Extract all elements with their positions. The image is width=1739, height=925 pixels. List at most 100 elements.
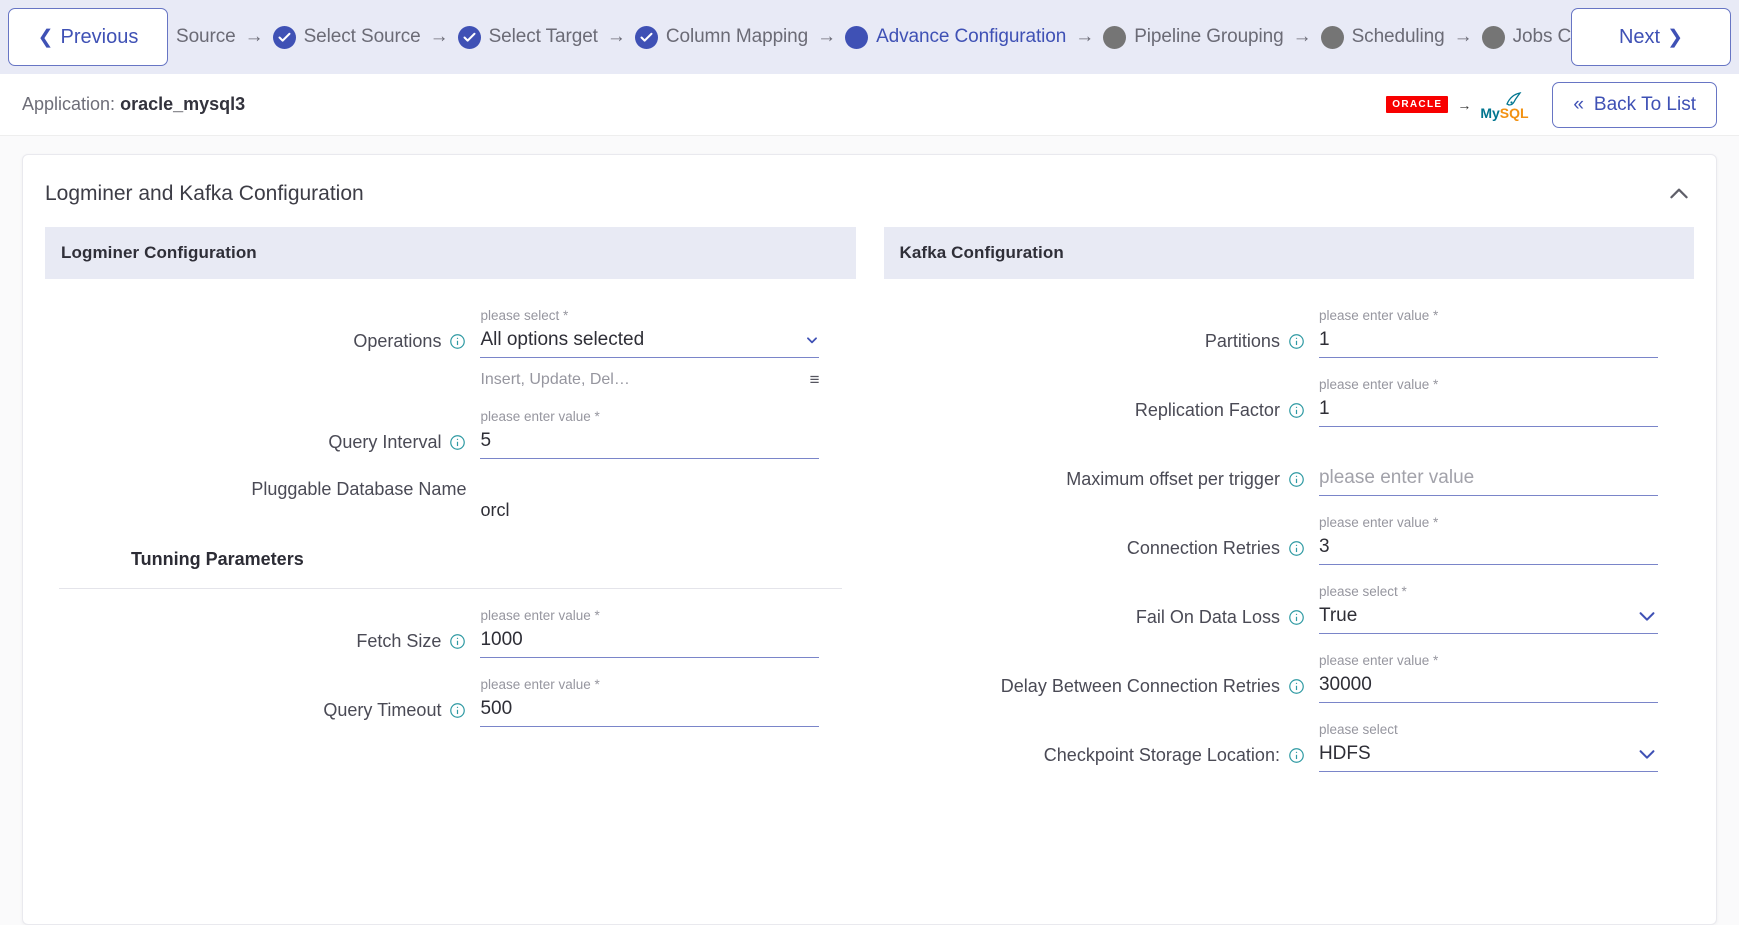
input-fetch-size[interactable]: 1000 <box>480 629 820 658</box>
kafka-column: Kafka Configuration Partitions please ent… <box>883 227 1695 772</box>
chevron-down-icon[interactable] <box>1636 743 1658 765</box>
field-row-operations: Operations please select * All options sel… <box>45 308 856 390</box>
field-label-wrap: Maximum offset per trigger <box>884 446 1305 491</box>
logo-arrow-icon: → <box>1457 96 1472 113</box>
step-arrow-icon: → <box>1453 26 1473 47</box>
info-icon[interactable] <box>1288 471 1305 488</box>
input-checkpoint-storage-location[interactable]: HDFS <box>1318 743 1658 772</box>
input-connection-retries[interactable]: 3 <box>1318 536 1658 565</box>
wizard-step-scheduling[interactable]: Scheduling <box>1320 25 1445 49</box>
info-icon[interactable] <box>1288 609 1305 626</box>
card-title: Logminer and Kafka Configuration <box>45 182 364 205</box>
field-label-wrap: Pluggable Database Name <box>45 478 466 501</box>
info-icon[interactable] <box>1288 333 1305 350</box>
step-arrow-icon: → <box>606 26 626 47</box>
section-divider <box>59 588 842 589</box>
step-dot-icon <box>1103 25 1127 49</box>
step-dot-icon <box>845 25 869 49</box>
field-row-maximum-offset-per-trigger: Maximum offset per trigger please enter v… <box>884 446 1695 496</box>
input-value: 1000 <box>480 629 523 650</box>
previous-button[interactable]: ❮ Previous <box>8 8 168 66</box>
field-float-label: please select * <box>480 308 569 323</box>
input-maximum-offset-per-trigger[interactable]: please enter value <box>1318 467 1658 496</box>
info-icon[interactable] <box>1288 678 1305 695</box>
wizard-step-column-mapping[interactable]: Column Mapping <box>634 25 808 49</box>
info-icon[interactable] <box>1288 747 1305 764</box>
source-target-logos: ORACLE → MySQL <box>1386 90 1530 120</box>
selected-options-text: Insert, Update, Del… <box>480 371 630 388</box>
configuration-card: Logminer and Kafka Configuration Logmine… <box>22 154 1717 925</box>
input-operations[interactable]: All options selected <box>480 329 820 358</box>
info-icon[interactable] <box>449 434 466 451</box>
field-float-label: please enter value * <box>1318 377 1439 392</box>
list-icon[interactable]: ≡ <box>810 370 820 390</box>
input-fail-on-data-loss[interactable]: True <box>1318 605 1658 634</box>
field-row-checkpoint-storage-location: Checkpoint Storage Location: please selec… <box>884 722 1695 772</box>
step-arrow-icon: → <box>429 26 449 47</box>
field-label-fail-on-data-loss: Fail On Data Loss <box>1135 607 1280 627</box>
field-control-wrap: please enter value * 1000 <box>466 608 855 658</box>
mysql-logo-icon: MySQL <box>1480 90 1530 120</box>
field-label-wrap: Query Timeout <box>45 677 466 722</box>
mysql-my-text: My <box>1480 104 1500 121</box>
wizard-stepper-bar: ❮ Previous Source → Select Source → Select T… <box>0 0 1739 74</box>
field-control-wrap: please select * All options selected Inser… <box>466 308 855 390</box>
input-value: 500 <box>480 698 513 719</box>
oracle-logo-icon: ORACLE <box>1386 96 1449 113</box>
info-icon[interactable] <box>1288 402 1305 419</box>
field-label-partitions: Partitions <box>1204 331 1280 351</box>
page-body: Logminer and Kafka Configuration Logmine… <box>0 136 1739 925</box>
previous-button-label: Previous <box>60 25 139 48</box>
wizard-step-pipeline-grouping[interactable]: Pipeline Grouping <box>1103 25 1284 49</box>
field-label-query-timeout: Query Timeout <box>323 700 442 720</box>
field-control-wrap: please select * True <box>1305 584 1694 634</box>
kafka-section-header: Kafka Configuration <box>883 227 1694 279</box>
wizard-step-select-source[interactable]: Select Source <box>272 25 421 49</box>
field-label-fetch-size: Fetch Size <box>356 631 442 651</box>
back-to-list-label: Back To List <box>1593 93 1696 115</box>
field-control-wrap: orcl <box>466 478 855 521</box>
field-label-wrap: Operations <box>45 308 466 353</box>
configuration-columns: Logminer Configuration Operations please … <box>23 227 1716 772</box>
info-icon[interactable] <box>1288 540 1305 557</box>
wizard-step-source[interactable]: Source <box>176 26 236 48</box>
wizard-step-select-target[interactable]: Select Target <box>457 25 598 49</box>
input-partitions[interactable]: 1 <box>1318 329 1658 358</box>
wizard-step-advance-configuration[interactable]: Advance Configuration <box>845 25 1066 49</box>
step-arrow-icon: → <box>1075 26 1095 47</box>
header-right-group: ORACLE → MySQL « Back To List <box>1386 81 1717 128</box>
info-icon[interactable] <box>449 633 466 650</box>
info-icon[interactable] <box>449 333 466 350</box>
input-query-timeout[interactable]: 500 <box>480 698 820 727</box>
chevron-down-icon[interactable] <box>805 333 819 347</box>
input-value: 3 <box>1318 536 1330 557</box>
step-check-icon <box>634 25 658 49</box>
chevron-up-icon[interactable] <box>1666 181 1692 207</box>
field-float-label: please enter value * <box>1318 515 1439 530</box>
field-row-fail-on-data-loss: Fail On Data Loss please select * True <box>884 584 1695 634</box>
step-check-icon <box>272 25 296 49</box>
input-delay-between-connection-retries[interactable]: 30000 <box>1318 674 1658 703</box>
step-check-icon <box>457 25 481 49</box>
card-header: Logminer and Kafka Configuration <box>23 155 1716 227</box>
field-row-delay-between-connection-retries: Delay Between Connection Retries please e… <box>884 653 1695 703</box>
back-to-list-button[interactable]: « Back To List <box>1552 81 1717 128</box>
chevron-left-icon: ❮ <box>37 26 54 48</box>
input-query-interval[interactable]: 5 <box>480 430 820 459</box>
step-dot-icon <box>1481 25 1505 49</box>
double-chevron-left-icon: « <box>1573 93 1584 115</box>
field-row-query-timeout: Query Timeout please enter value * 500 <box>45 677 856 727</box>
wizard-step-label: Pipeline Grouping <box>1134 26 1284 47</box>
field-control-wrap: please enter value <box>1305 446 1694 496</box>
input-value: please enter value <box>1318 467 1475 488</box>
chevron-down-icon[interactable] <box>1636 605 1658 627</box>
field-control-wrap: please enter value * 30000 <box>1305 653 1694 703</box>
info-icon[interactable] <box>449 702 466 719</box>
input-replication-factor[interactable]: 1 <box>1318 398 1658 427</box>
field-label-wrap: Fail On Data Loss <box>884 584 1305 629</box>
field-label-operations: Operations <box>353 331 442 351</box>
step-arrow-icon: → <box>244 26 264 47</box>
field-label-wrap: Replication Factor <box>884 377 1305 422</box>
next-button[interactable]: Next ❯ <box>1571 8 1731 66</box>
application-name-value: oracle_mysql3 <box>120 94 246 114</box>
